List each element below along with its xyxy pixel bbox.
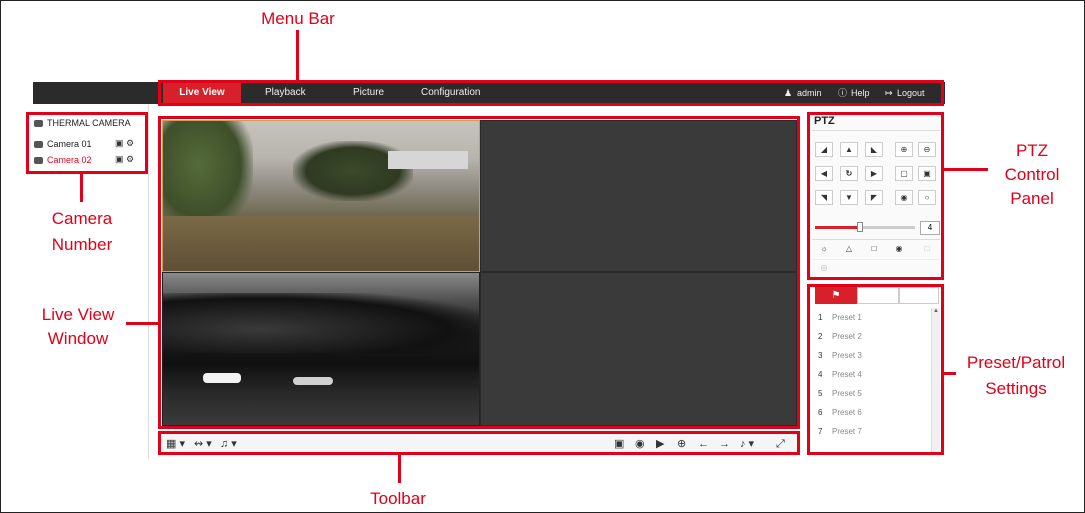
annotation-live-view-line1: Live View (41, 305, 115, 324)
annotation-preset-line2: Settings (985, 379, 1047, 398)
annotation-live-view-line2: Window (47, 329, 109, 348)
toolbar-highlight (158, 431, 800, 455)
ptz-highlight (807, 112, 944, 280)
annotation-menu-bar: Menu Bar (261, 9, 335, 28)
annotation-camera-number-line2: Number (51, 235, 113, 254)
annotation-camera-number-line1: Camera (51, 209, 113, 228)
annotation-ptz-line2: Control (1004, 165, 1060, 184)
menu-bar-highlight (158, 80, 944, 106)
annotation-ptz-line1: PTZ (1015, 141, 1049, 160)
live-view-highlight (158, 116, 800, 429)
toolbar-connector (398, 455, 401, 483)
camera-number-connector (80, 174, 83, 202)
ptz-connector (944, 168, 988, 171)
camera-number-highlight (26, 112, 148, 174)
annotation-preset-line1: Preset/Patrol (966, 353, 1066, 372)
annotation-toolbar: Toolbar (370, 489, 426, 508)
menu-bar-connector (296, 30, 299, 82)
preset-highlight (807, 284, 944, 455)
live-view-connector (126, 322, 158, 325)
annotation-ptz-line3: Panel (1010, 189, 1054, 208)
